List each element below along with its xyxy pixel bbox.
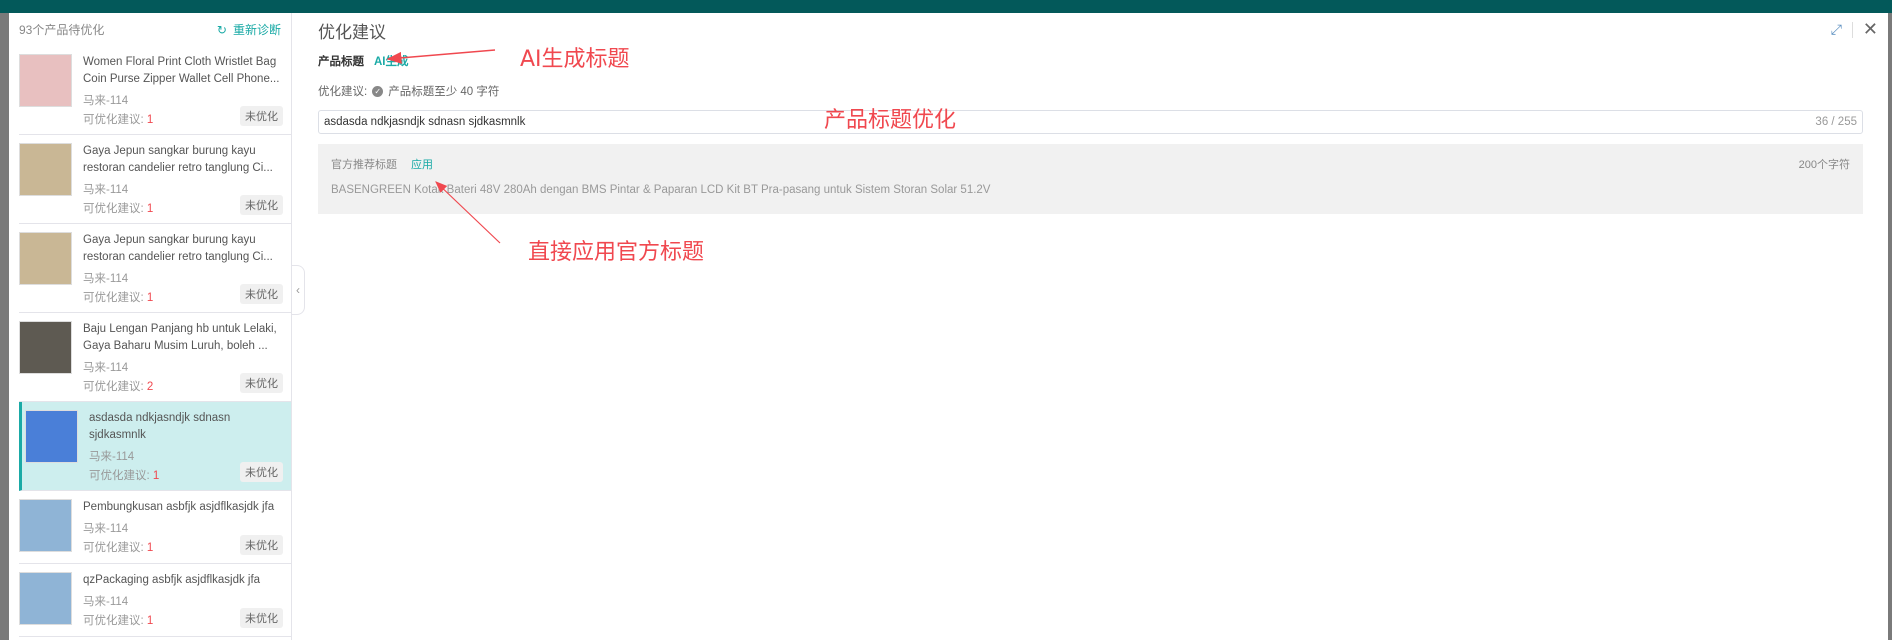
product-list-item[interactable]: Baju Lengan Panjang hb untuk Lelaki, Gay… [19, 313, 291, 402]
check-circle-icon: ✓ [372, 85, 384, 97]
suggest-label: 可优化建议: [83, 203, 144, 215]
ai-generate-button[interactable]: AI生成 [374, 53, 409, 69]
suggest-label: 可优化建议: [83, 114, 144, 126]
official-title-label: 官方推荐标题 [331, 159, 397, 171]
suggest-count: 1 [146, 203, 154, 215]
product-title-label: 产品标题 [318, 56, 364, 68]
product-site: 马来-114 [83, 523, 129, 535]
product-title: qzPackaging asbfjk asjdflkasjdk jfa [83, 574, 261, 586]
rediagnose-button[interactable]: ↻ 重新诊断 [217, 21, 281, 38]
suggest-label: 可优化建议: [83, 542, 144, 554]
product-title: Pembungkusan asbfjk asjdflkasjdk jfa [83, 501, 275, 513]
product-title: asdasda ndkjasndjk sdnasn sjdkasmnlk [89, 412, 231, 441]
product-title: Gaya Jepun sangkar burung kayu restoran … [83, 145, 273, 174]
status-badge: 未优化 [240, 106, 283, 126]
suggest-label: 可优化建议: [83, 381, 144, 393]
product-list-item[interactable]: Women Floral Print Cloth Wristlet Bag Co… [19, 46, 291, 135]
product-title: Baju Lengan Panjang hb untuk Lelaki, Gay… [83, 323, 277, 352]
product-thumbnail [19, 54, 72, 107]
suggestion-panel: 优化建议 ⤢ ✕ 产品标题 AI生成 优化建议: ✓ 产品标题至少 40 字符 … [318, 13, 1888, 640]
close-icon[interactable]: ✕ [1863, 19, 1878, 40]
page-title: 优化建议 [318, 23, 386, 42]
annotation-apply-official: 直接应用官方标题 [528, 240, 705, 265]
suggest-count: 2 [146, 381, 154, 393]
product-thumbnail [19, 143, 72, 196]
product-thumbnail [19, 321, 72, 374]
title-input-value: asdasda ndkjasndjk sdnasn sjdkasmnlk [324, 116, 526, 128]
divider [1851, 21, 1853, 38]
status-badge: 未优化 [240, 373, 283, 393]
collapse-panel-handle[interactable]: ‹ [292, 265, 305, 315]
title-input[interactable]: asdasda ndkjasndjk sdnasn sjdkasmnlk 36 … [318, 110, 1863, 134]
product-title: Women Floral Print Cloth Wristlet Bag Co… [83, 56, 280, 85]
product-list-item[interactable]: asdasda ndkjasndjk sdnasn sjdkasmnlk 马来-… [19, 402, 291, 491]
official-char-count: 200个字符 [1798, 159, 1850, 171]
suggest-count: 1 [146, 292, 154, 304]
product-thumbnail [19, 572, 72, 625]
official-title-text: BASENGREEN Kotak Bateri 48V 280Ah dengan… [331, 184, 991, 196]
product-title: Gaya Jepun sangkar burung kayu restoran … [83, 234, 273, 263]
product-site: 马来-114 [83, 596, 129, 608]
suggest-text: 产品标题至少 40 字符 [388, 86, 500, 98]
char-counter: 36 / 255 [1815, 116, 1857, 128]
product-thumbnail [19, 499, 72, 552]
suggest-label: 可优化建议: [83, 615, 144, 627]
status-badge: 未优化 [240, 462, 283, 482]
chevron-left-icon: ‹ [296, 283, 300, 297]
product-list-item[interactable]: Gaya Jepun sangkar burung kayu restoran … [19, 224, 291, 313]
suggest-count: 1 [146, 114, 154, 126]
pending-count: 93个产品待优化 [19, 23, 105, 37]
status-badge: 未优化 [240, 535, 283, 555]
product-list-panel: 93个产品待优化 ↻ 重新诊断 Women Floral Print Cloth … [9, 13, 292, 640]
suggest-label: 优化建议: [318, 86, 368, 98]
suggest-count: 1 [146, 542, 154, 554]
product-list-item[interactable]: Gaya Jepun sangkar burung kayu restoran … [19, 135, 291, 224]
annotation-ai-title: AI生成标题 [520, 47, 630, 72]
status-badge: 未优化 [240, 608, 283, 628]
list-header: 93个产品待优化 ↻ 重新诊断 [9, 13, 291, 46]
app-header-bar [0, 0, 1892, 13]
suggest-count: 1 [146, 615, 154, 627]
suggest-count: 1 [152, 470, 160, 482]
product-list-item[interactable]: Pembungkusan asbfjk asjdflkasjdk jfa 马来-… [19, 491, 291, 564]
fullscreen-icon[interactable]: ⤢ [1831, 21, 1842, 38]
product-list-item[interactable]: qzPackaging asbfjk asjdflkasjdk jfa 马来-1… [19, 564, 291, 637]
apply-button[interactable]: 应用 [411, 159, 433, 171]
suggest-label: 可优化建议: [89, 470, 150, 482]
official-title-box: 官方推荐标题 应用 200个字符 BASENGREEN Kotak Bateri … [318, 144, 1863, 214]
status-badge: 未优化 [240, 284, 283, 304]
suggest-label: 可优化建议: [83, 292, 144, 304]
refresh-icon: ↻ [216, 22, 227, 37]
annotation-title-opt: 产品标题优化 [824, 108, 957, 133]
product-thumbnail [19, 232, 72, 285]
product-thumbnail [25, 410, 78, 463]
status-badge: 未优化 [240, 195, 283, 215]
